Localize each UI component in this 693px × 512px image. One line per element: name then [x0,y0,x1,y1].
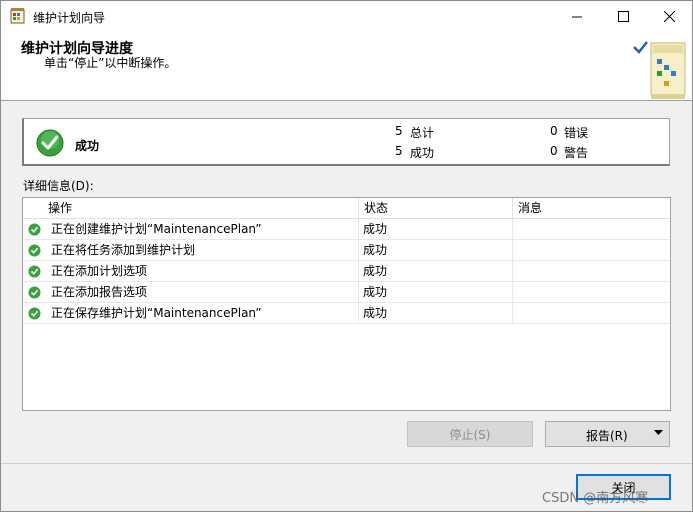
column-header-action[interactable]: 操作 [43,198,359,219]
table-row[interactable]: 正在添加计划选项 成功 [23,261,670,282]
wizard-window: 维护计划向导 维护计划向导进度 单击“停止”以中断操作。 成功 5 总计 0 错… [0,0,693,512]
progress-summary: 成功 5 总计 0 错误 5 成功 0 警告 [22,118,670,166]
close-window-button[interactable] [646,1,692,31]
row-message [513,219,670,240]
grid-header: 操作 状态 消息 [23,198,670,219]
minimize-button[interactable] [554,1,600,31]
maximize-button[interactable] [600,1,646,31]
row-status: 成功 [363,282,513,303]
dropdown-arrow-icon [654,430,663,435]
row-status: 成功 [363,240,513,261]
window-title: 维护计划向导 [33,11,106,25]
success-icon [36,129,64,157]
row-action: 正在添加计划选项 [51,261,359,282]
error-count: 0 [550,124,558,138]
warning-count: 0 [550,144,558,158]
watermark: CSDN @南方风寒 [542,491,649,506]
row-message [513,240,670,261]
row-action: 正在添加报告选项 [51,282,359,303]
close-icon [663,10,675,22]
wizard-header: 维护计划向导进度 单击“停止”以中断操作。 [1,31,692,101]
row-action: 正在创建维护计划“MaintenancePlan” [51,219,359,240]
details-label: 详细信息(D): [23,179,94,193]
success-count: 5 [395,144,403,158]
total-label: 总计 [410,126,435,140]
table-row[interactable]: 正在保存维护计划“MaintenancePlan” 成功 [23,303,670,324]
row-action: 正在将任务添加到维护计划 [51,240,359,261]
maximize-icon [617,10,629,22]
success-icon [28,286,41,299]
page-subtitle: 单击“停止”以中断操作。 [44,56,177,70]
error-label: 错误 [564,126,589,140]
report-button[interactable]: 报告(R) [545,421,670,447]
total-count: 5 [395,124,403,138]
table-row[interactable]: 正在添加报告选项 成功 [23,282,670,303]
title-bar: 维护计划向导 [1,1,692,31]
table-row[interactable]: 正在创建维护计划“MaintenancePlan” 成功 [23,219,670,240]
row-message [513,303,670,324]
success-icon [28,265,41,278]
row-message [513,282,670,303]
report-button-label: 报告(R) [586,429,628,443]
stop-button[interactable]: 停止(S) [407,421,533,447]
warning-label: 警告 [564,146,589,160]
app-icon [10,8,25,24]
row-status: 成功 [363,303,513,324]
row-message [513,261,670,282]
table-row[interactable]: 正在将任务添加到维护计划 成功 [23,240,670,261]
row-action: 正在保存维护计划“MaintenancePlan” [51,303,359,324]
success-label: 成功 [410,146,435,160]
column-header-status[interactable]: 状态 [359,198,513,219]
wizard-banner-icon [633,41,686,99]
details-grid[interactable]: 操作 状态 消息 正在创建维护计划“MaintenancePlan” 成功 正在… [22,197,671,411]
overall-status: 成功 [75,139,100,153]
success-icon [28,223,41,236]
success-icon [28,307,41,320]
row-status: 成功 [363,261,513,282]
minimize-icon [571,16,582,17]
column-header-message[interactable]: 消息 [513,198,670,219]
row-status: 成功 [363,219,513,240]
success-icon [28,244,41,257]
